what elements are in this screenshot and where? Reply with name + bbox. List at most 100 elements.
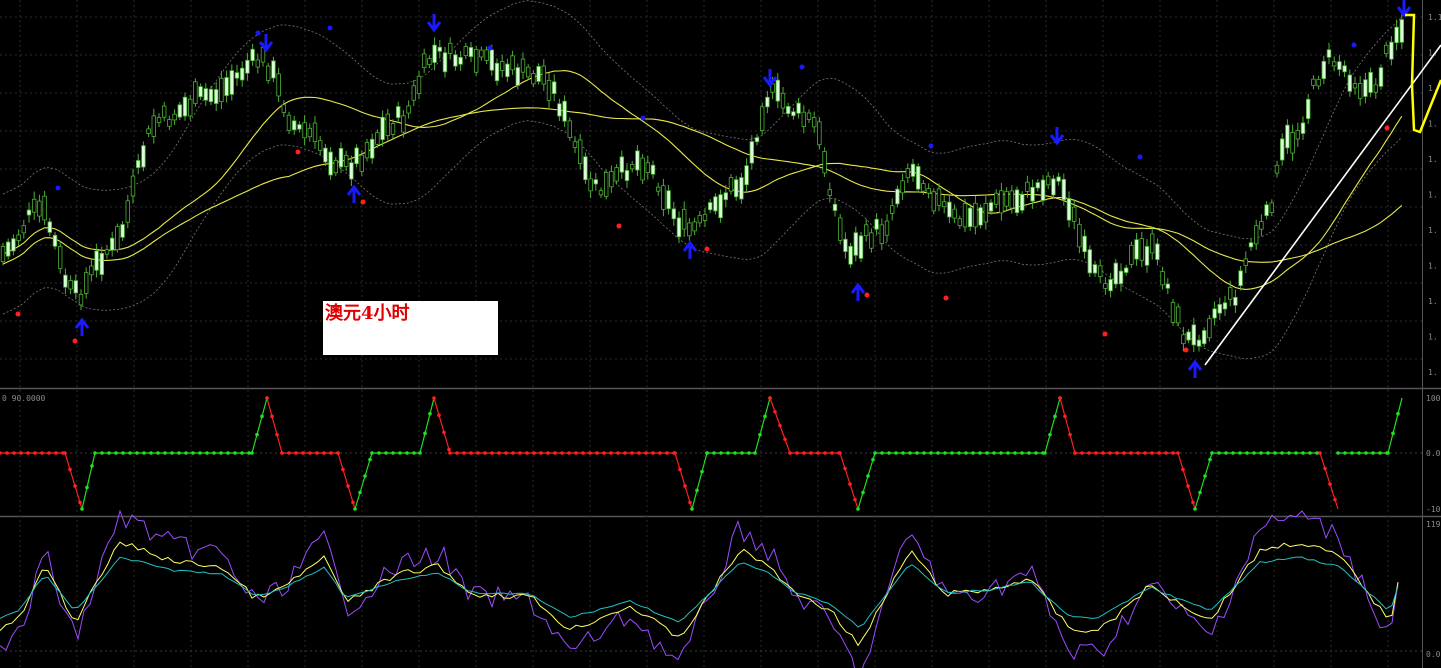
candle-body (739, 177, 744, 200)
candles (0, 12, 1404, 353)
candle-body (1098, 265, 1103, 278)
price-tick-label: 1. (1428, 84, 1438, 93)
osc-dot (12, 451, 16, 455)
candle-body (37, 200, 42, 217)
candle-body (323, 147, 328, 163)
osc-dot (1391, 431, 1395, 436)
candle-body (557, 103, 562, 117)
osc-dot (1294, 451, 1298, 455)
osc-step (1044, 397, 1061, 454)
osc-dot (788, 451, 792, 455)
osc-dot (1396, 411, 1400, 416)
arrow-down-icon (762, 69, 778, 88)
osc-dot (308, 451, 312, 455)
price-tick-label: 1. (1428, 49, 1438, 58)
candle-body (291, 120, 297, 131)
candle-body (1363, 79, 1368, 97)
candle-body (697, 215, 702, 224)
osc-dot (301, 451, 305, 455)
osc-dot (1318, 451, 1322, 455)
candle-body (765, 96, 770, 108)
candle-body (926, 188, 931, 194)
candle-body (6, 241, 11, 257)
osc-dot (978, 451, 982, 455)
candle-body (115, 226, 120, 251)
candle-body (1160, 271, 1165, 286)
osc-dot (177, 451, 181, 455)
candle-body (780, 92, 786, 109)
candle-body (276, 73, 281, 97)
candle-body (110, 237, 115, 251)
candle-body (203, 88, 208, 101)
candle-body (1072, 206, 1077, 222)
candle-body (1040, 179, 1046, 201)
candle-body (1384, 44, 1389, 55)
candle-body (1061, 178, 1066, 201)
candle-body (255, 59, 260, 68)
candle-body (198, 86, 203, 98)
osc-dot (705, 451, 709, 455)
candle-body (900, 180, 905, 194)
candle-body (354, 147, 359, 165)
osc-dot (329, 451, 333, 455)
osc-dot (1073, 451, 1077, 455)
osc-dot (1080, 451, 1084, 455)
candle-body (505, 63, 510, 78)
candle-body (395, 106, 401, 118)
osc-step (674, 452, 693, 510)
candle-body (94, 250, 99, 271)
candle-body (234, 72, 240, 79)
osc-step (81, 452, 96, 510)
candle-body (1306, 98, 1311, 120)
osc-dot (80, 507, 84, 511)
osc-dot (525, 451, 529, 455)
osc-dot (341, 467, 345, 472)
candle-body (635, 150, 640, 171)
candle-body (983, 203, 988, 223)
candle-body (1176, 306, 1181, 324)
osc-dot (908, 451, 912, 455)
candle-body (952, 208, 957, 219)
candle-body (843, 238, 848, 252)
dot-blue (640, 115, 646, 121)
candle-body (968, 207, 973, 228)
candle-body (1139, 238, 1144, 261)
osc-dot (856, 507, 860, 511)
candle-body (806, 112, 812, 120)
candle-body (78, 294, 84, 306)
candle-body (869, 232, 874, 249)
candle-body (1243, 258, 1248, 266)
candle-body (1212, 308, 1217, 319)
osc-dot (370, 451, 374, 455)
candle-body (286, 114, 292, 131)
osc-dot (1210, 451, 1214, 455)
dot-red (943, 295, 949, 301)
candle-body (817, 121, 822, 146)
osc-dot (623, 451, 627, 455)
osc-dot (149, 451, 153, 455)
candle-body (874, 218, 879, 230)
candle-body (47, 221, 52, 233)
osc-dot (418, 451, 422, 455)
osc-dot (428, 411, 432, 416)
dot-red (72, 338, 78, 344)
candle-body (536, 66, 541, 82)
trading-chart[interactable]: 1.1 1. 1. 1. 1. 1. 1. 1. 1. 1. 1. 100 0.00 -100 119 0.0… (0, 0, 1441, 668)
candle-body (245, 59, 250, 74)
candle-body (1285, 124, 1290, 149)
osc-dot (250, 451, 254, 455)
candle-body (307, 127, 312, 138)
candle-body (879, 224, 884, 245)
osc-dot (861, 490, 865, 495)
osc-dot (848, 482, 852, 486)
dot-red (1384, 125, 1390, 131)
dot-blue (55, 185, 61, 191)
osc-tick-label: 0.00 (1426, 449, 1441, 458)
candle-body (213, 89, 219, 104)
osc-dot (26, 451, 30, 455)
candle-body (359, 154, 364, 172)
candle-body (1326, 49, 1332, 58)
candle-body (437, 46, 442, 52)
candle-body (526, 66, 531, 78)
candle-body (297, 124, 302, 130)
